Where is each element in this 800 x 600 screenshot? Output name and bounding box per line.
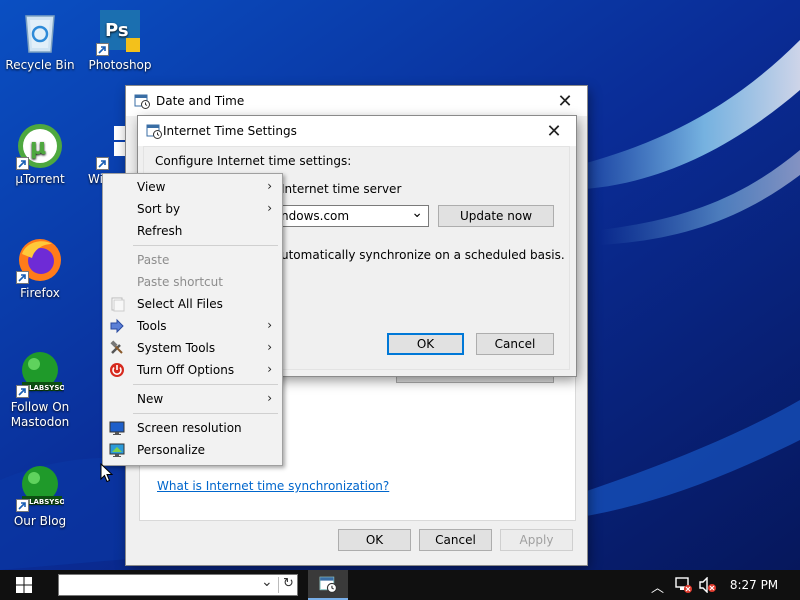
- close-icon[interactable]: ✕: [532, 116, 576, 146]
- calendar-clock-icon: [134, 94, 150, 109]
- time-server-select[interactable]: ndows.com ⌄: [277, 205, 429, 227]
- taskbar-address-bar[interactable]: ⌄ ↻: [58, 574, 298, 596]
- date-time-ok-button[interactable]: OK: [338, 529, 411, 551]
- menu-item-turn-off-options[interactable]: Turn Off Options ›: [105, 359, 280, 381]
- shortcut-arrow-icon: [16, 271, 29, 284]
- menu-item-view[interactable]: View ›: [105, 176, 280, 198]
- recycle-bin-icon: [25, 15, 55, 53]
- desktop-icon-our-blog[interactable]: LABSYSOS Our Blog: [0, 464, 82, 529]
- menu-item-label: Select All Files: [137, 297, 223, 311]
- svg-text:LABSYSOS: LABSYSOS: [29, 498, 64, 506]
- files-icon: [111, 297, 125, 312]
- desktop-icon-follow-on-mastodon[interactable]: LABSYSOS Follow On Mastodon: [0, 350, 82, 430]
- sync-status-text: utomatically synchronize on a scheduled …: [281, 248, 565, 262]
- mouse-cursor-icon: [100, 463, 114, 483]
- taskbar-clock[interactable]: 8:27 PM: [724, 578, 784, 592]
- menu-item-label: New: [137, 392, 164, 406]
- chevron-down-icon[interactable]: ⌄: [261, 574, 273, 590]
- desktop-icon-label: Firefox: [20, 286, 60, 300]
- shortcut-arrow-icon: [16, 157, 29, 170]
- calendar-clock-icon: [319, 576, 337, 593]
- refresh-icon[interactable]: ↻: [283, 576, 294, 591]
- desktop-icon-label: µTorrent: [15, 172, 65, 186]
- window-title: Internet Time Settings: [163, 124, 297, 138]
- close-icon[interactable]: ✕: [543, 86, 587, 116]
- menu-item-refresh[interactable]: Refresh: [105, 220, 280, 242]
- date-time-cancel-button[interactable]: Cancel: [419, 529, 492, 551]
- menu-item-tools[interactable]: Tools ›: [105, 315, 280, 337]
- desktop-icon-firefox[interactable]: Firefox: [0, 236, 82, 301]
- internet-time-heading: Configure Internet time settings:: [155, 154, 352, 168]
- desktop-icon-label: Recycle Bin: [5, 58, 75, 72]
- desktop-icon-label: Photoshop: [88, 58, 152, 72]
- menu-item-system-tools[interactable]: System Tools ›: [105, 337, 280, 359]
- time-server-value: ndows.com: [281, 209, 350, 223]
- internet-time-cancel-button[interactable]: Cancel: [476, 333, 554, 355]
- chevron-right-icon: ›: [267, 340, 272, 354]
- menu-separator: [133, 384, 278, 385]
- personalize-monitor-icon: [109, 443, 125, 457]
- menu-separator: [133, 413, 278, 414]
- menu-item-label: System Tools: [137, 341, 216, 355]
- power-icon: [110, 363, 124, 377]
- menu-item-personalize[interactable]: Personalize: [105, 439, 280, 461]
- menu-item-new[interactable]: New ›: [105, 388, 280, 410]
- taskbar-item-date-time[interactable]: [308, 570, 348, 600]
- chevron-right-icon: ›: [267, 391, 272, 405]
- date-time-apply-button[interactable]: Apply: [500, 529, 573, 551]
- address-divider: [278, 577, 279, 593]
- tools-arrow-icon: [110, 318, 124, 334]
- chevron-right-icon: ›: [267, 201, 272, 215]
- monitor-icon: [109, 421, 125, 435]
- date-time-titlebar[interactable]: Date and Time ✕: [126, 86, 587, 116]
- menu-item-label: Personalize: [137, 443, 206, 457]
- tray-overflow-chevron-icon[interactable]: ︿: [651, 577, 664, 596]
- hammer-wrench-icon: [110, 340, 123, 354]
- menu-item-paste[interactable]: Paste: [105, 249, 280, 271]
- internet-time-help-link[interactable]: What is Internet time synchronization?: [157, 479, 389, 493]
- update-now-button[interactable]: Update now: [438, 205, 554, 227]
- svg-text:µ: µ: [30, 135, 46, 160]
- shortcut-arrow-icon: [16, 385, 29, 398]
- windows-logo-icon: [16, 577, 32, 593]
- shortcut-arrow-icon: [96, 43, 109, 56]
- window-title: Date and Time: [156, 94, 245, 108]
- chevron-down-icon: ⌄: [411, 205, 423, 221]
- menu-item-label: Paste shortcut: [137, 275, 223, 289]
- menu-item-sort-by[interactable]: Sort by ›: [105, 198, 280, 220]
- calendar-clock-icon: [146, 124, 162, 139]
- svg-text:LABSYSOS: LABSYSOS: [29, 384, 64, 392]
- svg-text:Ps: Ps: [105, 20, 129, 41]
- desktop-context-menu: View › Sort by › Refresh Paste Paste sho…: [102, 173, 283, 466]
- internet-time-titlebar[interactable]: Internet Time Settings ✕: [138, 116, 576, 146]
- chevron-right-icon: ›: [267, 179, 272, 193]
- menu-item-label: View: [137, 180, 166, 194]
- chevron-right-icon: ›: [267, 318, 272, 332]
- start-button[interactable]: [0, 570, 48, 600]
- menu-item-label: Refresh: [137, 224, 183, 238]
- desktop-icon-utorrent[interactable]: µ µTorrent: [0, 122, 82, 187]
- menu-item-label: Paste: [137, 253, 170, 267]
- desktop-icon-label: Follow On Mastodon: [10, 400, 70, 429]
- synchronize-label: Internet time server: [281, 182, 402, 196]
- menu-item-label: Tools: [137, 319, 167, 333]
- desktop-icon-recycle-bin[interactable]: Recycle Bin: [0, 8, 82, 73]
- menu-item-label: Screen resolution: [137, 421, 242, 435]
- shortcut-arrow-icon: [16, 499, 29, 512]
- chevron-right-icon: ›: [267, 362, 272, 376]
- taskbar: ⌄ ↻ ︿ 8:27 PM: [0, 570, 800, 600]
- menu-separator: [133, 245, 278, 246]
- menu-item-select-all-files[interactable]: Select All Files: [105, 293, 280, 315]
- shortcut-arrow-icon: [96, 157, 109, 170]
- menu-item-label: Sort by: [137, 202, 181, 216]
- internet-time-ok-button[interactable]: OK: [387, 333, 464, 355]
- volume-muted-icon[interactable]: [699, 577, 717, 593]
- menu-item-paste-shortcut[interactable]: Paste shortcut: [105, 271, 280, 293]
- network-disconnected-icon[interactable]: [675, 577, 693, 593]
- menu-item-label: Turn Off Options: [137, 363, 235, 377]
- menu-item-screen-resolution[interactable]: Screen resolution: [105, 417, 280, 439]
- desktop-icon-label: Our Blog: [13, 514, 67, 528]
- desktop-icon-photoshop[interactable]: Ps Photoshop: [78, 8, 162, 73]
